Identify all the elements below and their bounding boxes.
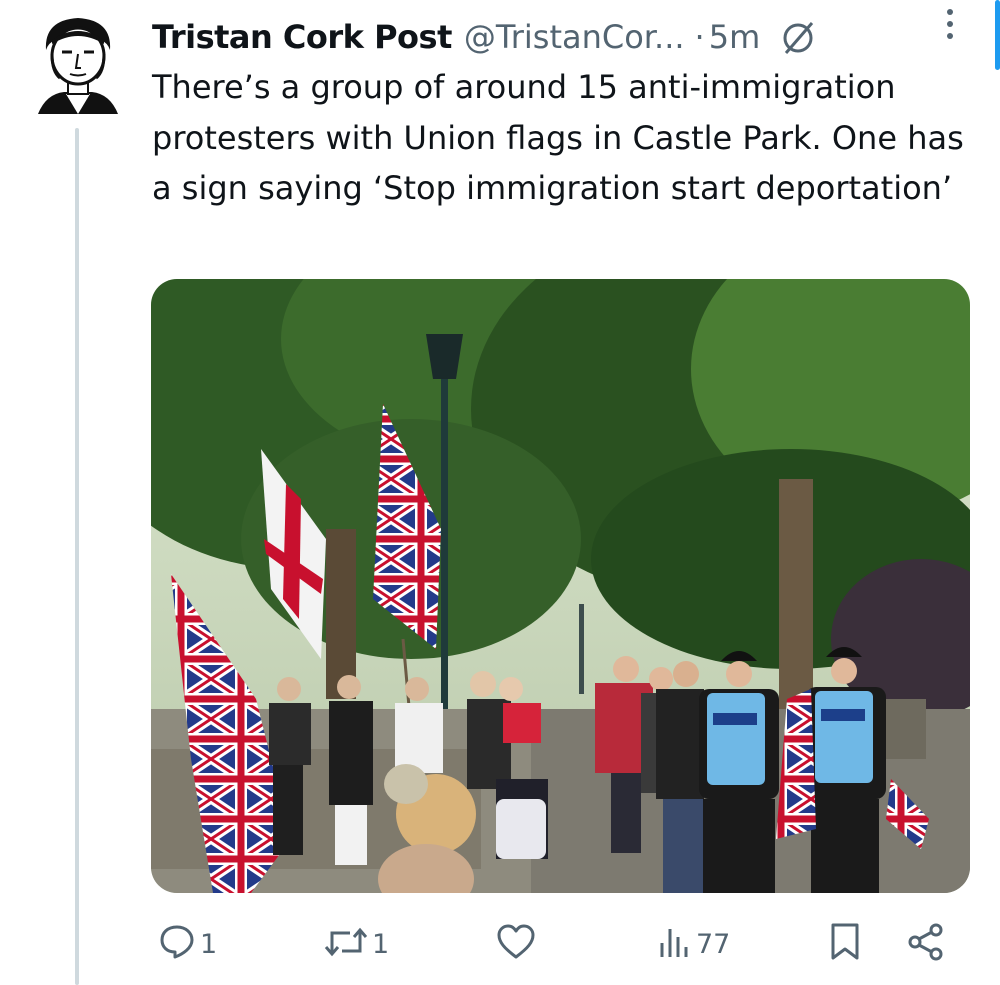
share-button[interactable] <box>906 916 946 972</box>
share-icon <box>906 922 946 966</box>
avatar[interactable] <box>36 14 120 122</box>
bookmark-button[interactable] <box>828 916 862 972</box>
heart-icon <box>496 923 536 965</box>
views-button[interactable]: 77 <box>658 916 730 972</box>
author-handle[interactable]: @TristanCor... <box>464 18 685 56</box>
views-bar-icon <box>658 923 692 965</box>
action-bar: 1 1 77 <box>152 916 952 972</box>
more-vertical-icon[interactable] <box>930 4 970 44</box>
reply-icon <box>158 923 196 965</box>
repost-button[interactable]: 1 <box>324 916 389 972</box>
views-count: 77 <box>696 928 731 960</box>
post-header: Tristan Cork Post @TristanCor... · 5m <box>152 14 987 60</box>
reply-count: 1 <box>200 928 218 960</box>
separator-dot: · <box>694 18 705 56</box>
sketched-portrait-avatar <box>38 18 118 114</box>
thread-line <box>75 128 79 985</box>
post-text: There’s a group of around 15 anti-immigr… <box>152 68 964 207</box>
author-name[interactable]: Tristan Cork Post <box>152 18 452 56</box>
reply-button[interactable]: 1 <box>158 916 217 972</box>
bookmark-icon <box>828 922 862 966</box>
repost-count: 1 <box>372 928 390 960</box>
clock-slash-icon <box>778 17 818 57</box>
scroll-indicator[interactable] <box>995 0 1000 70</box>
like-button[interactable] <box>496 916 540 972</box>
post-time[interactable]: 5m <box>709 18 761 56</box>
repost-icon <box>324 923 368 965</box>
post-photo[interactable] <box>151 279 970 893</box>
